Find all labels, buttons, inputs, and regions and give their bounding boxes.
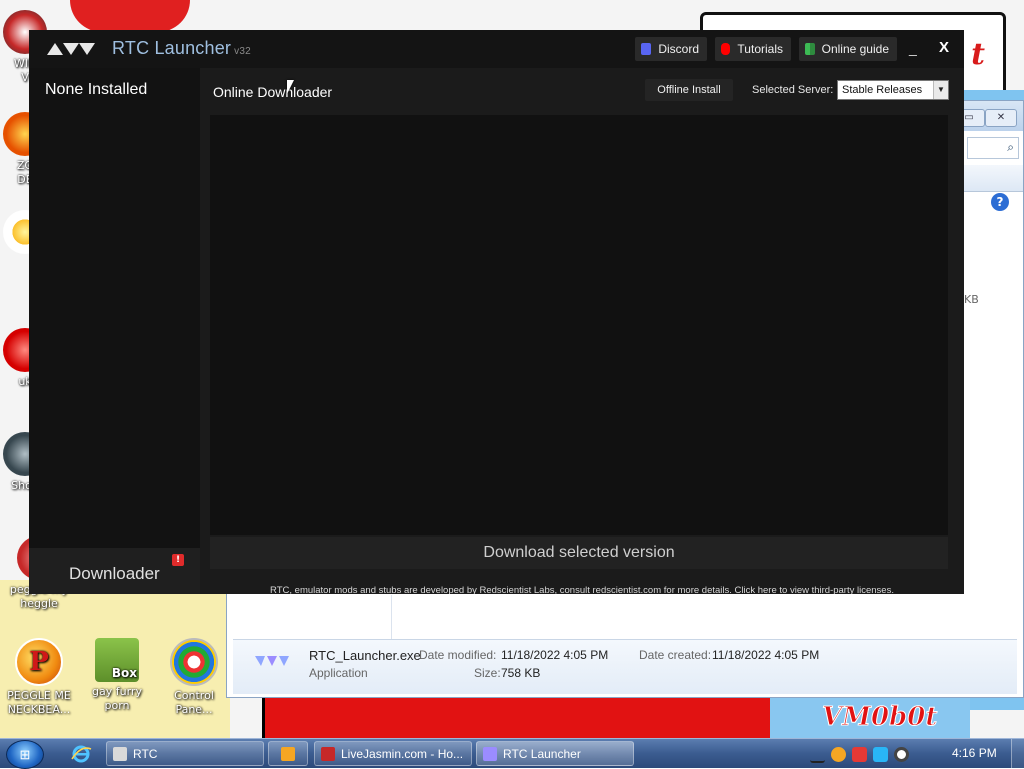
desktop-icon-label: PEGGLE ME NECKBEA... bbox=[7, 689, 71, 716]
wallpaper-watermark: VM0b0t bbox=[821, 702, 938, 733]
launcher-titlebar[interactable]: RTC Launcher v32 Discord Tutorials Online… bbox=[29, 30, 964, 68]
rtc-launcher-window[interactable]: RTC Launcher v32 Discord Tutorials Online… bbox=[29, 30, 964, 594]
wallpaper-banner-text: t bbox=[971, 37, 985, 72]
tools-tray-icon[interactable] bbox=[810, 746, 825, 763]
flag-icon[interactable] bbox=[852, 746, 867, 762]
taskbar-button-label: RTC bbox=[133, 746, 158, 761]
youtube-icon bbox=[721, 43, 731, 55]
taskbar: ⊞ RTC LiveJasmin.com - Ho... RTC Launche… bbox=[0, 738, 1024, 769]
wallpaper-shape bbox=[70, 0, 190, 32]
show-desktop-button[interactable] bbox=[1011, 739, 1024, 768]
rtc-file-icon bbox=[255, 656, 289, 666]
network-icon[interactable] bbox=[873, 746, 888, 762]
explorer-nav-pane bbox=[227, 595, 392, 639]
system-tray bbox=[810, 743, 909, 765]
internet-explorer-icon[interactable] bbox=[70, 743, 92, 765]
discord-icon bbox=[641, 43, 652, 55]
taskbar-button-label: RTC Launcher bbox=[503, 746, 581, 761]
browser-app-icon bbox=[321, 746, 335, 761]
desktop-icon-label: Control Pane... bbox=[174, 689, 214, 716]
details-size-label: Size: bbox=[474, 666, 501, 680]
tutorials-button-label: Tutorials bbox=[737, 42, 783, 56]
search-tray-icon[interactable] bbox=[831, 746, 846, 762]
rtc-app-icon bbox=[113, 746, 127, 761]
volume-icon[interactable] bbox=[894, 746, 909, 762]
discord-button-label: Discord bbox=[658, 42, 699, 56]
licenses-footer-link[interactable]: RTC, emulator mods and stubs are develop… bbox=[200, 585, 964, 594]
explorer-details-pane: RTC_Launcher.exe Application Date modifi… bbox=[233, 639, 1017, 694]
downloader-tab[interactable]: ! Downloader bbox=[29, 548, 200, 594]
details-date-modified: 11/18/2022 4:05 PM bbox=[501, 648, 609, 662]
server-select[interactable]: Stable Releases ▼ bbox=[837, 80, 949, 100]
server-select-label: Selected Server: bbox=[752, 84, 834, 96]
desktop-icon-label: gay furry porn bbox=[92, 685, 142, 712]
online-guide-icon bbox=[805, 43, 815, 55]
details-date-modified-label: Date modified: bbox=[419, 648, 497, 662]
minimize-button[interactable]: _ bbox=[909, 40, 917, 56]
taskbar-livejasmin[interactable]: LiveJasmin.com - Ho... bbox=[314, 741, 472, 766]
discord-button[interactable]: Discord bbox=[635, 37, 707, 61]
search-icon: ⌕ bbox=[1007, 140, 1014, 154]
version-list[interactable] bbox=[210, 115, 948, 535]
launcher-version: v32 bbox=[234, 46, 251, 57]
tutorials-button[interactable]: Tutorials bbox=[715, 37, 791, 61]
taskbar-media-player[interactable] bbox=[268, 741, 308, 766]
box-icon: Box bbox=[95, 638, 139, 682]
launcher-title-text: RTC Launcher bbox=[112, 38, 232, 58]
details-filename: RTC_Launcher.exe bbox=[309, 648, 421, 663]
mouse-cursor-icon bbox=[287, 80, 294, 94]
panel-title: Online Downloader bbox=[213, 84, 333, 100]
control-panel-icon bbox=[170, 638, 218, 686]
download-selected-version-button[interactable]: Download selected version bbox=[210, 537, 948, 569]
details-size: 758 KB bbox=[501, 666, 541, 680]
details-date-created-label: Date created: bbox=[639, 648, 712, 662]
details-date-created: 11/18/2022 4:05 PM bbox=[712, 648, 820, 662]
help-icon[interactable]: ? bbox=[991, 193, 1009, 211]
desktop-icon-box[interactable]: Box gay furry porn bbox=[78, 638, 156, 713]
close-button[interactable]: X bbox=[939, 39, 949, 56]
rtc-logo-icon bbox=[47, 43, 95, 55]
explorer-size-column-fragment: KB bbox=[964, 293, 979, 306]
chevron-down-icon[interactable]: ▼ bbox=[933, 81, 948, 99]
online-guide-button[interactable]: Online guide bbox=[799, 37, 897, 61]
peggle-icon: P bbox=[15, 638, 63, 686]
start-button[interactable]: ⊞ bbox=[6, 740, 44, 769]
downloader-tab-label: Downloader bbox=[69, 564, 160, 583]
downloader-panel: Online Downloader Offline Install Select… bbox=[200, 68, 964, 594]
alert-badge: ! bbox=[172, 554, 184, 566]
launcher-title: RTC Launcher v32 bbox=[112, 38, 251, 59]
installed-versions-label: None Installed bbox=[45, 81, 148, 98]
online-guide-button-label: Online guide bbox=[821, 42, 889, 56]
explorer-close-button[interactable]: ✕ bbox=[985, 109, 1017, 127]
wallpaper-shape bbox=[262, 694, 776, 738]
taskbar-clock[interactable]: 4:16 PM bbox=[952, 746, 997, 760]
desktop-icon-control-panel[interactable]: Control Pane... bbox=[155, 638, 233, 717]
box-icon-text: Box bbox=[111, 666, 137, 680]
windows-logo-icon: ⊞ bbox=[19, 746, 31, 762]
launcher-sidebar: None Installed ! Downloader bbox=[29, 68, 200, 594]
rtc-launcher-app-icon bbox=[483, 746, 497, 761]
media-player-icon bbox=[281, 746, 295, 761]
taskbar-button-label: LiveJasmin.com - Ho... bbox=[341, 746, 464, 761]
details-filetype: Application bbox=[309, 666, 368, 680]
desktop-icon-peggle-me[interactable]: P PEGGLE ME NECKBEA... bbox=[0, 638, 78, 717]
explorer-search-input[interactable]: ⌕ bbox=[967, 137, 1019, 159]
server-select-value: Stable Releases bbox=[842, 84, 923, 96]
offline-install-button[interactable]: Offline Install bbox=[645, 79, 733, 101]
taskbar-rtc[interactable]: RTC bbox=[106, 741, 264, 766]
taskbar-rtc-launcher[interactable]: RTC Launcher bbox=[476, 741, 634, 766]
